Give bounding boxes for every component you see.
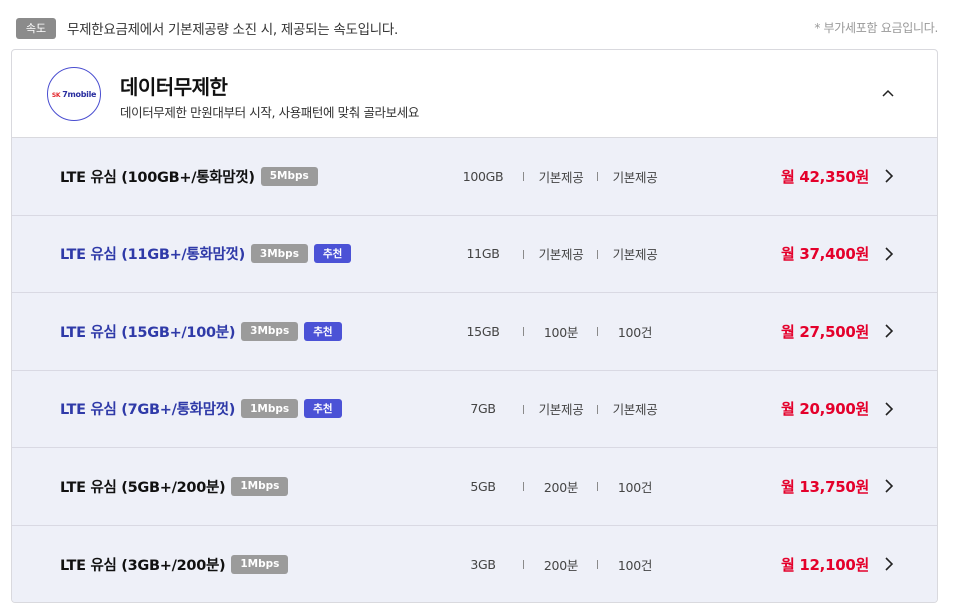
spec-divider — [597, 327, 598, 337]
plan-row[interactable]: LTE 유심 (3GB+/200분) 1Mbps 3GB 200분 100건 월… — [12, 526, 937, 603]
brand-logo: SK 7mobile — [47, 67, 101, 121]
spec-divider — [523, 560, 524, 570]
chevron-right-icon — [885, 402, 894, 416]
plan-voice-allowance: 200분 — [543, 557, 579, 573]
logo-brand: SK — [51, 91, 61, 99]
spec-divider — [523, 404, 524, 414]
chevron-right-icon — [885, 557, 894, 571]
speed-badge: 5Mbps — [260, 166, 318, 186]
plan-price: 월 13,750원 — [780, 477, 869, 496]
plan-price: 월 42,350원 — [780, 167, 869, 186]
plan-voice-allowance: 200분 — [543, 479, 579, 495]
plan-category-title: 데이터무제한 — [120, 75, 228, 99]
plan-name: LTE 유심 (3GB+/200분) — [60, 557, 226, 574]
speed-badge: 3Mbps — [250, 244, 308, 264]
spec-divider — [597, 560, 598, 570]
plan-data-allowance: 100GB — [462, 168, 504, 184]
plan-data-allowance: 3GB — [470, 556, 496, 572]
plan-data-allowance: 5GB — [470, 478, 496, 494]
plan-price: 월 20,900원 — [780, 400, 869, 419]
plan-list: LTE 유심 (100GB+/통화맘껏) 5Mbps 100GB 기본제공 기본… — [12, 138, 937, 603]
plan-card: SK 7mobile 데이터무제한 데이터무제한 만원대부터 시작, 사용패턴에 … — [11, 49, 938, 603]
plan-price: 월 27,500원 — [780, 322, 869, 341]
plan-voice-allowance: 기본제공 — [538, 169, 584, 185]
plan-row[interactable]: LTE 유심 (7GB+/통화맘껏) 1Mbps 추천 7GB 기본제공 기본제… — [12, 371, 937, 448]
chevron-up-icon — [882, 89, 894, 97]
plan-sms-allowance: 100건 — [617, 479, 653, 495]
spec-divider — [597, 172, 598, 182]
plan-sms-allowance: 기본제공 — [612, 402, 658, 418]
plan-name: LTE 유심 (11GB+/통화맘껏) — [60, 247, 245, 264]
recommend-badge: 추천 — [304, 399, 342, 419]
plan-voice-allowance: 100분 — [543, 324, 579, 340]
plan-name: LTE 유심 (15GB+/100분) — [60, 324, 236, 341]
plan-name: LTE 유심 (100GB+/통화맘껏) — [60, 169, 255, 186]
plan-card-header[interactable]: SK 7mobile 데이터무제한 데이터무제한 만원대부터 시작, 사용패턴에 … — [12, 50, 937, 138]
plan-row[interactable]: LTE 유심 (5GB+/200분) 1Mbps 5GB 200분 100건 월… — [12, 448, 937, 526]
plan-name: LTE 유심 (7GB+/통화맘껏) — [60, 402, 236, 419]
spec-divider — [523, 172, 524, 182]
chevron-right-icon — [885, 247, 894, 261]
plan-data-allowance: 11GB — [466, 246, 500, 262]
recommend-badge: 추천 — [313, 244, 352, 264]
speed-badge: 3Mbps — [241, 321, 299, 341]
plan-price: 월 37,400원 — [780, 245, 869, 264]
collapse-button[interactable] — [879, 84, 897, 102]
chevron-right-icon — [885, 479, 894, 493]
recommend-badge: 추천 — [304, 321, 342, 341]
speed-tag: 속도 — [16, 17, 56, 39]
plan-price: 월 12,100원 — [780, 555, 869, 574]
plan-voice-allowance: 기본제공 — [538, 402, 584, 418]
chevron-right-icon — [885, 169, 894, 183]
speed-badge: 1Mbps — [231, 476, 289, 496]
speed-notice: 속도 무제한요금제에서 기본제공량 소진 시, 제공되는 속도입니다. * 부가… — [16, 16, 938, 40]
spec-divider — [597, 404, 598, 414]
plan-category-description: 데이터무제한 만원대부터 시작, 사용패턴에 맞춰 골라보세요 — [120, 105, 419, 120]
spec-divider — [597, 249, 598, 259]
speed-badge: 1Mbps — [231, 554, 289, 574]
plan-data-allowance: 15GB — [466, 323, 500, 339]
speed-badge: 1Mbps — [241, 399, 299, 419]
plan-row[interactable]: LTE 유심 (100GB+/통화맘껏) 5Mbps 100GB 기본제공 기본… — [12, 138, 937, 216]
speed-notice-text: 무제한요금제에서 기본제공량 소진 시, 제공되는 속도입니다. — [67, 22, 398, 38]
plan-row[interactable]: LTE 유심 (15GB+/100분) 3Mbps 추천 15GB 100분 1… — [12, 293, 937, 371]
plan-sms-allowance: 기본제공 — [612, 169, 658, 185]
spec-divider — [523, 482, 524, 492]
plan-sms-allowance: 100건 — [617, 557, 653, 573]
plan-voice-allowance: 기본제공 — [538, 247, 584, 263]
spec-divider — [523, 327, 524, 337]
plan-data-allowance: 7GB — [470, 401, 496, 417]
plan-sms-allowance: 100건 — [617, 324, 653, 340]
chevron-right-icon — [885, 324, 894, 338]
plan-sms-allowance: 기본제공 — [612, 247, 658, 263]
spec-divider — [597, 482, 598, 492]
logo-text: 7mobile — [62, 89, 97, 99]
vat-note: * 부가세포함 요금입니다. — [814, 21, 938, 35]
spec-divider — [523, 249, 524, 259]
plan-row[interactable]: LTE 유심 (11GB+/통화맘껏) 3Mbps 추천 11GB 기본제공 기… — [12, 216, 937, 293]
plan-name: LTE 유심 (5GB+/200분) — [60, 479, 226, 496]
